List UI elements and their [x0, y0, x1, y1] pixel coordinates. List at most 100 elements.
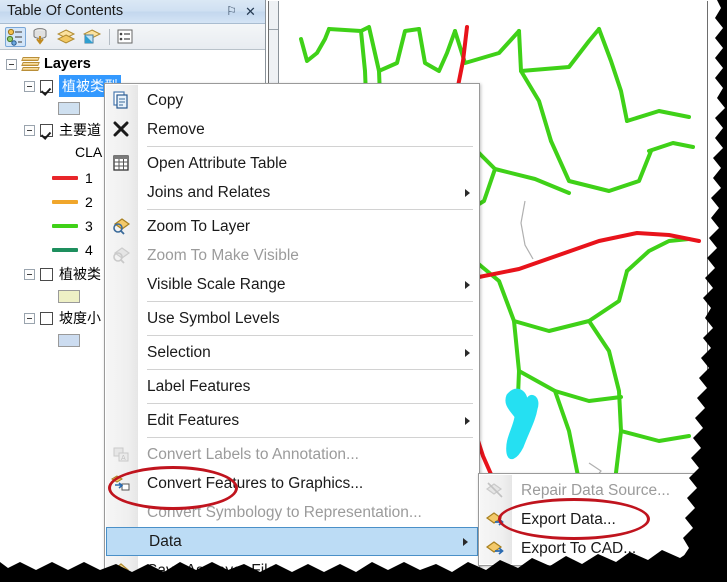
- menu-separator: [147, 146, 473, 147]
- convert-labels-icon: A: [111, 444, 131, 464]
- legend-swatch-row: [58, 286, 80, 306]
- tree-node-slope[interactable]: 坡度小: [24, 308, 101, 328]
- arcmap-screenshot: Table Of Contents ⚐ ✕ Layers 植被类型 主要道 CL…: [0, 0, 727, 582]
- menu-item-label: Open Attribute Table: [147, 154, 288, 172]
- legend-label: 4: [85, 242, 93, 258]
- menu-separator: [147, 403, 473, 404]
- menu-item-use-symbol-levels[interactable]: Use Symbol Levels: [105, 304, 479, 333]
- menu-item-label: Use Symbol Levels: [147, 309, 280, 327]
- expander-icon[interactable]: [24, 124, 35, 136]
- menu-item-label: Export To CAD...: [521, 539, 637, 557]
- menu-item-label: Joins and Relates: [147, 183, 271, 201]
- export-data-icon: [485, 509, 505, 529]
- line-symbol: [52, 200, 78, 204]
- menu-item-open-attribute-table[interactable]: Open Attribute Table: [105, 149, 479, 178]
- list-by-source-icon[interactable]: [31, 27, 52, 47]
- legend-item-4: 4: [52, 240, 93, 260]
- menu-item-copy[interactable]: Copy: [105, 86, 479, 115]
- tree-node-main-road[interactable]: 主要道: [24, 120, 101, 140]
- pin-icon[interactable]: ⚐: [224, 4, 239, 19]
- swatch-vegetation-type: [58, 101, 80, 115]
- menu-item-label: Zoom To Layer: [147, 217, 251, 235]
- menu-separator: [147, 209, 473, 210]
- menu-separator: [147, 369, 473, 370]
- menu-item-label: Convert Symbology to Representation...: [147, 503, 422, 521]
- list-by-selection-icon[interactable]: [82, 27, 104, 47]
- line-symbol: [52, 248, 78, 252]
- menu-item-convert-labels-to-annotation: A Convert Labels to Annotation...: [105, 440, 479, 469]
- chevron-right-icon: [465, 416, 470, 425]
- expander-icon[interactable]: [24, 312, 35, 324]
- menu-item-export-to-cad[interactable]: Export To CAD...: [479, 534, 722, 563]
- menu-item-label: Remove: [147, 120, 205, 138]
- zoom-make-visible-icon: [111, 245, 131, 265]
- menu-item-label: Zoom To Make Visible: [147, 246, 299, 264]
- copy-icon: [111, 90, 131, 110]
- field-name-row: CLA: [75, 142, 102, 162]
- legend-label: 3: [85, 218, 93, 234]
- menu-item-zoom-to-make-visible: Zoom To Make Visible: [105, 241, 479, 270]
- legend-item-1: 1: [52, 168, 93, 188]
- panel-toolbar: [0, 24, 265, 50]
- chevron-right-icon: [465, 348, 470, 357]
- layer-file-icon: [111, 560, 131, 580]
- data-submenu[interactable]: Repair Data Source... Export Data... Exp…: [478, 473, 723, 566]
- close-icon[interactable]: ✕: [243, 4, 258, 19]
- layer-checkbox[interactable]: [40, 267, 53, 281]
- tree-node-vegetation-class[interactable]: 植被类: [24, 264, 101, 284]
- repair-data-source-icon: [485, 480, 505, 500]
- menu-item-joins-and-relates[interactable]: Joins and Relates: [105, 178, 479, 207]
- menu-item-label: Save As Layer File...: [147, 561, 290, 579]
- swatch-vegetation-class: [58, 289, 80, 303]
- menu-item-label: Convert Features to Graphics...: [147, 474, 364, 492]
- menu-item-label: Convert Labels to Annotation...: [147, 445, 359, 463]
- remove-icon: [111, 119, 131, 139]
- convert-features-icon: [111, 473, 131, 493]
- swatch-slope: [58, 333, 80, 347]
- menu-item-repair-data-source: Repair Data Source...: [479, 476, 722, 505]
- tree-node-label: 植被类: [59, 266, 101, 282]
- attribute-table-icon: [111, 153, 131, 173]
- menu-item-edit-features[interactable]: Edit Features: [105, 406, 479, 435]
- menu-separator: [147, 301, 473, 302]
- list-by-visibility-icon[interactable]: [56, 27, 78, 47]
- legend-label: 1: [85, 170, 93, 186]
- menu-item-visible-scale-range[interactable]: Visible Scale Range: [105, 270, 479, 299]
- panel-titlebar: Table Of Contents ⚐ ✕: [0, 0, 265, 24]
- menu-item-label: Copy: [147, 91, 184, 109]
- chevron-right-icon: [463, 537, 468, 546]
- list-by-drawing-order-icon[interactable]: [5, 27, 26, 47]
- expander-icon[interactable]: [24, 80, 35, 92]
- expander-icon[interactable]: [6, 58, 17, 70]
- layers-stack-icon: [21, 57, 40, 71]
- expander-icon[interactable]: [24, 268, 35, 280]
- layer-checkbox[interactable]: [40, 311, 53, 325]
- chevron-right-icon: [465, 280, 470, 289]
- tree-root-layers[interactable]: Layers: [6, 54, 91, 74]
- line-symbol: [52, 176, 78, 180]
- menu-item-zoom-to-layer[interactable]: Zoom To Layer: [105, 212, 479, 241]
- menu-item-label-features[interactable]: Label Features: [105, 372, 479, 401]
- menu-item-selection[interactable]: Selection: [105, 338, 479, 367]
- menu-item-label: Repair Data Source...: [521, 481, 671, 499]
- menu-item-export-data[interactable]: Export Data...: [479, 505, 722, 534]
- menu-item-label: Edit Features: [147, 411, 240, 429]
- tree-node-label: 坡度小: [59, 310, 101, 326]
- legend-item-3: 3: [52, 216, 93, 236]
- menu-item-label: Visible Scale Range: [147, 275, 286, 293]
- toolbar-separator: [109, 29, 110, 45]
- menu-item-data[interactable]: Data: [106, 527, 478, 556]
- export-to-cad-icon: [485, 538, 505, 558]
- layer-checkbox[interactable]: [40, 79, 53, 93]
- chevron-right-icon: [465, 188, 470, 197]
- panel-title: Table Of Contents: [7, 3, 124, 19]
- options-icon[interactable]: [116, 27, 137, 47]
- field-name-label: CLA: [75, 144, 103, 160]
- zoom-to-layer-icon: [111, 216, 131, 236]
- menu-item-remove[interactable]: Remove: [105, 115, 479, 144]
- layer-context-menu[interactable]: Copy Remove Open Attribute Table Joins a…: [104, 83, 480, 582]
- menu-item-convert-features-to-graphics[interactable]: Convert Features to Graphics...: [105, 469, 479, 498]
- layer-checkbox[interactable]: [40, 123, 53, 137]
- menu-item-save-as-layer-file[interactable]: Save As Layer File...: [105, 556, 479, 582]
- menu-item-label: Label Features: [147, 377, 251, 395]
